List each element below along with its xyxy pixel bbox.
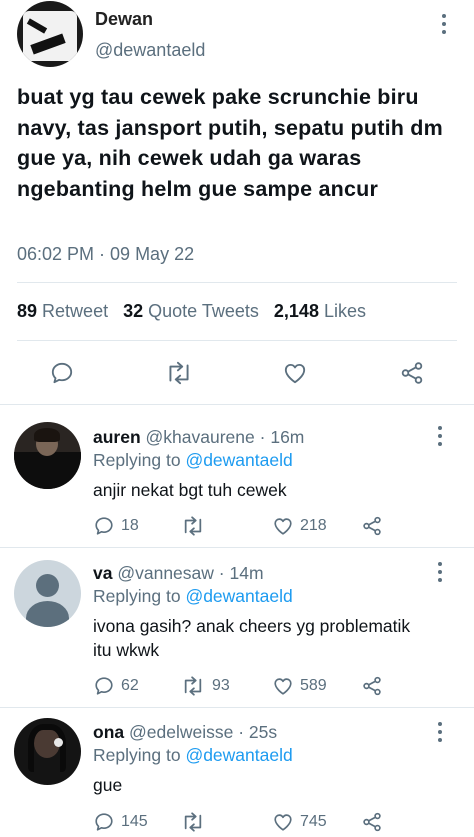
avatar-image bbox=[34, 428, 60, 442]
default-avatar-icon bbox=[36, 574, 59, 597]
mention-link[interactable]: @dewantaeld bbox=[185, 450, 292, 470]
share-action[interactable] bbox=[361, 515, 383, 537]
reply-icon bbox=[95, 517, 113, 535]
reply-icon bbox=[95, 677, 113, 695]
more-options-icon[interactable] bbox=[440, 14, 448, 36]
share-icon bbox=[363, 676, 381, 696]
reply-author-handle[interactable]: @vannesaw bbox=[117, 563, 214, 583]
reply-item[interactable]: auren @khavaurene · 16m Replying to @dew… bbox=[0, 405, 474, 547]
replying-to: Replying to @dewantaeld bbox=[93, 450, 293, 470]
reply-header: ona @edelweisse · 25s bbox=[93, 722, 277, 743]
more-options-icon[interactable] bbox=[436, 426, 444, 448]
more-options-icon[interactable] bbox=[436, 722, 444, 744]
reply-icon[interactable] bbox=[49, 360, 75, 386]
replying-to: Replying to @dewantaeld bbox=[93, 745, 293, 765]
reply-text: ivona gasih? anak cheers yg problematik … bbox=[93, 616, 411, 660]
retweet-action[interactable]: 93 bbox=[180, 675, 230, 697]
reply-author-handle[interactable]: @khavaurene bbox=[146, 427, 255, 447]
reply-icon bbox=[95, 813, 113, 831]
default-avatar-icon bbox=[26, 601, 69, 627]
replying-to: Replying to @dewantaeld bbox=[93, 586, 293, 606]
reply-text: gue bbox=[93, 775, 123, 795]
author-handle[interactable]: @dewantaeld bbox=[95, 40, 205, 61]
share-action[interactable] bbox=[361, 811, 383, 833]
retweet-icon bbox=[184, 812, 202, 832]
share-icon bbox=[363, 516, 381, 536]
like-icon[interactable] bbox=[282, 360, 308, 386]
mention-link[interactable]: @dewantaeld bbox=[185, 745, 292, 765]
retweet-icon[interactable] bbox=[164, 360, 194, 386]
reply-time: · 25s bbox=[238, 722, 278, 742]
reply-item[interactable]: ona @edelweisse · 25s Replying to @dewan… bbox=[0, 708, 474, 837]
share-icon bbox=[363, 812, 381, 832]
reply-time: · 16m bbox=[259, 427, 305, 447]
like-count: 218 bbox=[300, 517, 327, 534]
author-name[interactable]: Dewan bbox=[95, 9, 153, 30]
avatar[interactable] bbox=[17, 1, 83, 67]
tweet-stats: 89 Retweet 32 Quote Tweets 2,148 Likes bbox=[17, 301, 366, 322]
avatar-image bbox=[28, 724, 66, 772]
avatar[interactable] bbox=[14, 718, 81, 785]
like-action[interactable]: 745 bbox=[272, 811, 327, 833]
reply-count: 62 bbox=[121, 677, 139, 694]
reply-action[interactable]: 62 bbox=[93, 675, 139, 697]
tweet-actions bbox=[0, 358, 474, 388]
avatar-image bbox=[14, 452, 81, 489]
reply-author-name[interactable]: auren bbox=[93, 427, 141, 447]
divider bbox=[17, 282, 457, 283]
more-options-icon[interactable] bbox=[436, 562, 444, 584]
reply-author-name[interactable]: va bbox=[93, 563, 112, 583]
retweet-count: 93 bbox=[212, 677, 230, 694]
retweet-stat[interactable]: 89 Retweet bbox=[17, 301, 108, 321]
reply-item[interactable]: va @vannesaw · 14m Replying to @dewantae… bbox=[0, 548, 474, 707]
reply-author-name[interactable]: ona bbox=[93, 722, 124, 742]
like-action[interactable]: 589 bbox=[272, 675, 327, 697]
avatar-image bbox=[54, 738, 63, 747]
mention-link[interactable]: @dewantaeld bbox=[185, 586, 292, 606]
retweet-action[interactable] bbox=[180, 811, 212, 833]
like-stat[interactable]: 2,148 Likes bbox=[274, 301, 366, 321]
reply-count: 145 bbox=[121, 813, 148, 830]
reply-time: · 14m bbox=[218, 563, 264, 583]
tweet-text: buat yg tau cewek pake scrunchie biru na… bbox=[17, 85, 443, 201]
retweet-icon bbox=[184, 676, 202, 696]
tweet-timestamp[interactable]: 06:02 PM · 09 May 22 bbox=[17, 244, 194, 265]
like-icon bbox=[274, 678, 292, 695]
like-icon bbox=[274, 814, 292, 831]
reply-text: anjir nekat bgt tuh cewek bbox=[93, 480, 287, 500]
reply-count: 18 bbox=[121, 517, 139, 534]
like-action[interactable]: 218 bbox=[272, 515, 327, 537]
retweet-icon bbox=[184, 516, 202, 536]
reply-header: auren @khavaurene · 16m bbox=[93, 427, 304, 448]
like-icon bbox=[274, 518, 292, 535]
share-icon[interactable] bbox=[399, 360, 425, 386]
avatar[interactable] bbox=[14, 560, 81, 627]
share-action[interactable] bbox=[361, 675, 383, 697]
like-count: 745 bbox=[300, 813, 327, 830]
reply-author-handle[interactable]: @edelweisse bbox=[129, 722, 233, 742]
divider bbox=[17, 340, 457, 341]
avatar[interactable] bbox=[14, 422, 81, 489]
retweet-action[interactable] bbox=[180, 515, 212, 537]
reply-action[interactable]: 145 bbox=[93, 811, 148, 833]
main-tweet: Dewan @dewantaeld buat yg tau cewek pake… bbox=[0, 0, 474, 404]
like-count: 589 bbox=[300, 677, 327, 694]
quote-stat[interactable]: 32 Quote Tweets bbox=[123, 301, 259, 321]
reply-action[interactable]: 18 bbox=[93, 515, 139, 537]
reply-header: va @vannesaw · 14m bbox=[93, 563, 264, 584]
